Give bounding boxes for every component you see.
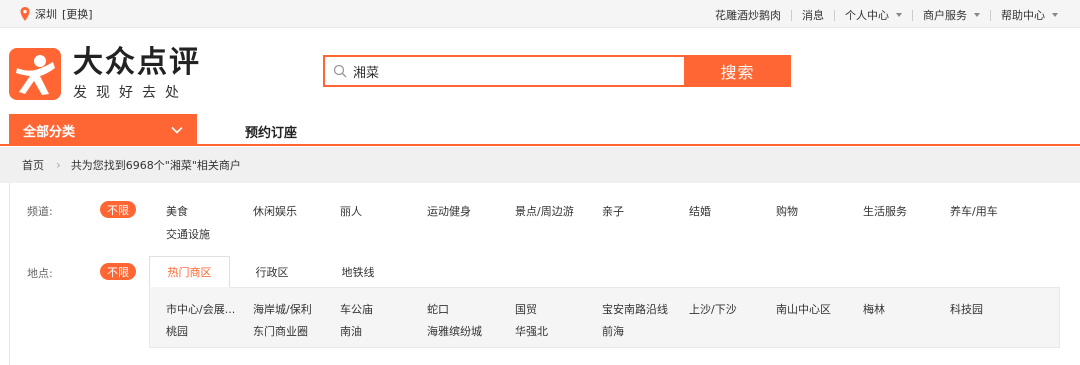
channel-option[interactable]: 结婚 xyxy=(689,203,711,219)
district-option[interactable]: 南油 xyxy=(340,323,362,339)
tab-metro-lines[interactable]: 地铁线 xyxy=(322,256,394,288)
channel-unlimited-button[interactable]: 不限 xyxy=(100,201,136,218)
channel-option[interactable]: 美食 xyxy=(166,203,188,219)
district-option[interactable]: 国贸 xyxy=(515,301,537,317)
channel-option[interactable]: 丽人 xyxy=(340,203,362,219)
search-result-summary: 共为您找到6968个"湘菜"相关商户 xyxy=(70,159,241,172)
nav-reserve-seat[interactable]: 预约订座 xyxy=(245,122,297,141)
tab-hot-districts[interactable]: 热门商区 xyxy=(149,256,230,288)
district-option[interactable]: 蛇口 xyxy=(427,301,449,317)
merchant-services-menu[interactable]: 商户服务 xyxy=(913,7,990,23)
district-option[interactable]: 梅林 xyxy=(863,301,885,317)
channel-option[interactable]: 生活服务 xyxy=(863,203,907,219)
breadcrumb-home[interactable]: 首页 xyxy=(22,157,44,173)
channel-option[interactable]: 养车/用车 xyxy=(950,203,998,219)
filter-panel: 频道: 不限 美食 休闲娱乐 丽人 运动健身 景点/周边游 亲子 结婚 购物 生… xyxy=(9,183,1080,365)
messages-link[interactable]: 消息 xyxy=(792,7,834,23)
district-option[interactable]: 海岸城/保利 xyxy=(253,301,312,317)
caret-down-icon xyxy=(974,13,980,17)
channel-option[interactable]: 交通设施 xyxy=(166,226,210,242)
tab-admin-districts[interactable]: 行政区 xyxy=(236,256,308,288)
main-nav: 全部分类 预约订座 xyxy=(0,114,1080,146)
caret-down-icon xyxy=(1052,13,1058,17)
logo-mark-icon xyxy=(9,48,61,100)
user-nickname: 花雕酒炒鹅肉 xyxy=(715,9,781,22)
district-option[interactable]: 科技园 xyxy=(950,301,983,317)
district-option[interactable]: 宝安南路沿线 xyxy=(602,301,668,317)
user-nickname-link[interactable]: 花雕酒炒鹅肉 xyxy=(705,7,791,23)
location-unlimited-button[interactable]: 不限 xyxy=(100,263,136,280)
chevron-down-icon xyxy=(171,126,183,134)
change-city-link[interactable]: [更换] xyxy=(62,6,93,22)
logo-slogan: 发现好去处 xyxy=(73,85,188,101)
site-logo[interactable]: 大众点评 发现好去处 xyxy=(9,46,201,102)
channel-label: 频道: xyxy=(27,205,53,218)
current-city: 深圳 xyxy=(35,8,57,21)
district-option[interactable]: 市中心/会展... xyxy=(166,301,235,317)
top-bar: 深圳 [更换] 花雕酒炒鹅肉 消息 个人中心 商户服务 帮助中心 xyxy=(0,0,1080,28)
logo-text: 大众点评 发现好去处 xyxy=(73,46,201,102)
all-categories-dropdown[interactable]: 全部分类 xyxy=(9,114,197,146)
district-option[interactable]: 上沙/下沙 xyxy=(689,301,737,317)
district-option[interactable]: 东门商业圈 xyxy=(253,323,308,339)
messages-label: 消息 xyxy=(802,9,824,22)
district-option[interactable]: 前海 xyxy=(602,323,624,339)
logo-title: 大众点评 xyxy=(73,45,201,80)
district-option[interactable]: 海雅缤纷城 xyxy=(427,323,482,339)
help-center-menu[interactable]: 帮助中心 xyxy=(991,7,1058,23)
help-center-label: 帮助中心 xyxy=(1001,9,1045,22)
search-bar: 搜索 xyxy=(323,55,791,87)
search-button[interactable]: 搜索 xyxy=(684,55,791,87)
district-option[interactable]: 桃园 xyxy=(166,323,188,339)
breadcrumb-chevron-icon: › xyxy=(56,158,61,172)
channel-option[interactable]: 购物 xyxy=(776,203,798,219)
channel-option[interactable]: 休闲娱乐 xyxy=(253,203,297,219)
channel-option[interactable]: 运动健身 xyxy=(427,203,471,219)
breadcrumb: 首页 › 共为您找到6968个"湘菜"相关商户 xyxy=(0,147,1080,183)
location-switcher[interactable]: 深圳 [更换] xyxy=(20,6,93,22)
caret-down-icon xyxy=(896,13,902,17)
district-option[interactable]: 车公庙 xyxy=(340,301,373,317)
all-categories-label: 全部分类 xyxy=(23,124,76,140)
search-field[interactable] xyxy=(323,55,684,87)
location-label: 地点: xyxy=(27,267,53,280)
top-links: 花雕酒炒鹅肉 消息 个人中心 商户服务 帮助中心 xyxy=(705,7,1058,23)
district-option[interactable]: 南山中心区 xyxy=(776,301,831,317)
district-option[interactable]: 华强北 xyxy=(515,323,548,339)
user-center-menu[interactable]: 个人中心 xyxy=(835,7,912,23)
merchant-services-label: 商户服务 xyxy=(923,9,967,22)
search-icon xyxy=(333,64,347,78)
location-pin-icon xyxy=(20,7,30,21)
search-input[interactable] xyxy=(353,63,673,79)
user-center-label: 个人中心 xyxy=(845,9,889,22)
channel-option[interactable]: 景点/周边游 xyxy=(515,203,574,219)
channel-option[interactable]: 亲子 xyxy=(602,203,624,219)
